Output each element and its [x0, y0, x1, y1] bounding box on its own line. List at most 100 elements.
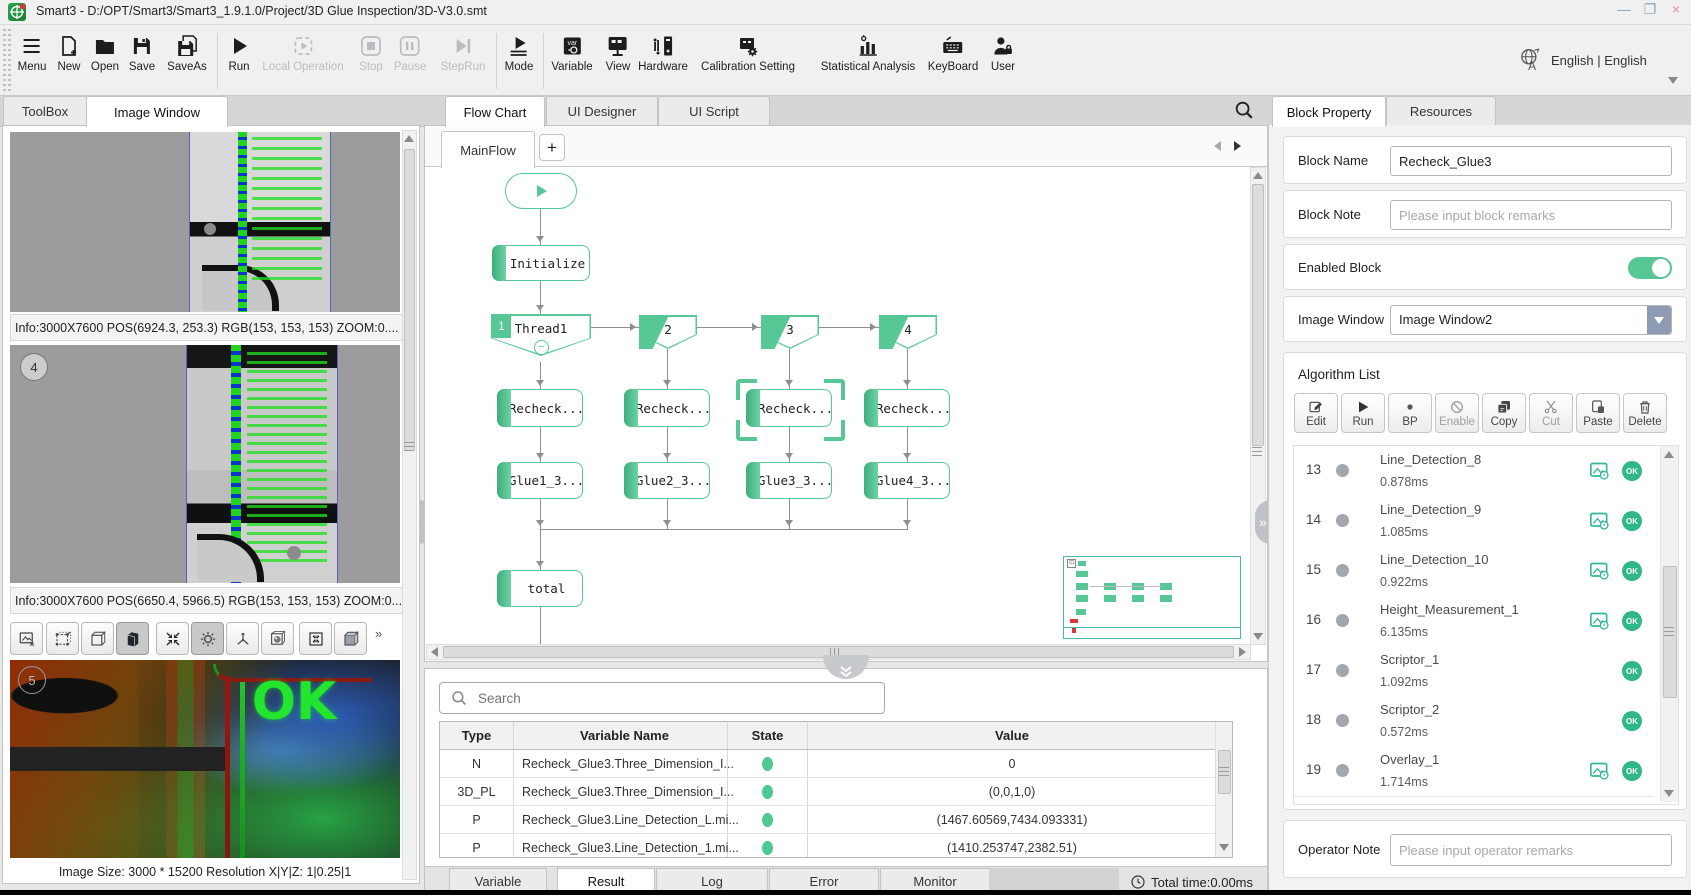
view-button[interactable]: View — [606, 34, 631, 73]
flow-node-glue1[interactable]: Glue1_3... — [497, 462, 583, 499]
col-header-state[interactable]: State — [728, 722, 808, 749]
table-row[interactable]: P Recheck_Glue3.Line_Detection_1.mi... (… — [440, 834, 1232, 858]
add-flow-tab-button[interactable]: + — [539, 134, 565, 161]
block-note-input[interactable] — [1390, 200, 1672, 230]
tool-point-cube-button[interactable] — [46, 622, 79, 655]
table-scrollbar[interactable] — [1215, 722, 1232, 857]
flow-node-glue4[interactable]: Glue4_3... — [864, 462, 950, 499]
tab-image-window[interactable]: Image Window — [86, 96, 228, 127]
image-preview-2[interactable]: 4 — [10, 345, 400, 583]
hardware-button[interactable]: Hardware — [638, 34, 688, 73]
block-name-input[interactable] — [1390, 146, 1672, 176]
algo-breakpoint-button[interactable]: BP — [1388, 393, 1432, 433]
breakpoint-dot[interactable] — [1336, 614, 1349, 627]
scrollbar-handle[interactable] — [1252, 184, 1264, 446]
scroll-up-icon[interactable] — [1253, 172, 1263, 179]
col-header-type[interactable]: Type — [440, 722, 514, 749]
result-image-icon[interactable] — [1590, 462, 1610, 480]
tab-ui-designer[interactable]: UI Designer — [546, 96, 658, 125]
close-button[interactable]: × — [1664, 1, 1688, 21]
calibration-setting-button[interactable]: Calibration Setting — [701, 34, 795, 73]
flow-node-glue2[interactable]: Glue2_3... — [624, 462, 710, 499]
menu-button[interactable]: Menu — [18, 34, 47, 73]
flow-node-thread3[interactable]: 3 — [761, 315, 819, 349]
flowchart-minimap[interactable]: ⊡ — [1063, 556, 1241, 639]
scroll-left-icon[interactable] — [431, 647, 438, 657]
save-button[interactable]: Save — [129, 34, 155, 73]
breakpoint-dot[interactable] — [1336, 664, 1349, 677]
algorithm-row[interactable]: 14 Line_Detection_91.085ms OK — [1294, 496, 1654, 547]
tool-solid-cube-button[interactable] — [116, 622, 149, 655]
tool-render-sphere-button[interactable] — [261, 622, 294, 655]
breakpoint-dot[interactable] — [1336, 464, 1349, 477]
algo-delete-button[interactable]: Delete — [1623, 393, 1667, 433]
breakpoint-dot[interactable] — [1336, 764, 1349, 777]
table-row[interactable]: N Recheck_Glue3.Three_Dimension_I... 0 — [440, 750, 1232, 778]
breakpoint-dot[interactable] — [1336, 514, 1349, 527]
maximize-button[interactable]: ❐ — [1638, 1, 1662, 21]
col-header-value[interactable]: Value — [808, 722, 1217, 749]
algorithm-row[interactable]: 13 Line_Detection_80.878ms OK — [1294, 446, 1654, 497]
statistical-analysis-button[interactable]: Statistical Analysis — [821, 34, 916, 73]
flow-node-recheck1[interactable]: Recheck... — [497, 389, 583, 427]
scroll-up-icon[interactable] — [404, 135, 414, 142]
pause-button[interactable]: Pause — [394, 34, 427, 73]
keyboard-button[interactable]: KeyBoard — [928, 34, 979, 73]
scrollbar-handle[interactable] — [404, 149, 415, 451]
pointcloud-preview[interactable]: OK 5 — [10, 660, 400, 858]
algo-paste-button[interactable]: Paste — [1576, 393, 1620, 433]
algorithm-row[interactable]: 17 Scriptor_11.092ms OK — [1294, 646, 1654, 697]
algo-cut-button[interactable]: Cut — [1529, 393, 1573, 433]
flow-node-thread1[interactable]: 1 Thread1 − — [491, 314, 591, 356]
tool-cube-view-button[interactable] — [334, 622, 367, 655]
algorithm-row[interactable]: 16 Height_Measurement_16.135ms OK — [1294, 596, 1654, 647]
scroll-down-icon[interactable] — [1219, 844, 1229, 851]
minimize-button[interactable]: — — [1612, 1, 1636, 21]
canvas-vscrollbar[interactable] — [1250, 167, 1266, 645]
flow-node-start[interactable] — [505, 173, 577, 209]
tab-ui-script[interactable]: UI Script — [658, 96, 770, 125]
left-panel-scrollbar[interactable] — [402, 130, 417, 880]
algo-run-button[interactable]: Run — [1341, 393, 1385, 433]
result-image-icon[interactable] — [1590, 612, 1610, 630]
scroll-up-icon[interactable] — [1664, 451, 1674, 458]
tool-wireframe-cube-button[interactable] — [81, 622, 114, 655]
algorithm-row[interactable]: 19 Overlay_11.714ms OK — [1294, 746, 1654, 797]
tab-block-property[interactable]: Block Property — [1272, 96, 1386, 127]
image-window-select[interactable]: Image Window2 — [1390, 305, 1672, 335]
tab-toolbox[interactable]: ToolBox — [3, 96, 87, 125]
dropdown-button[interactable] — [1647, 306, 1671, 334]
run-button[interactable]: Run — [227, 34, 251, 73]
algo-edit-button[interactable]: Edit — [1294, 393, 1338, 433]
variable-search-box[interactable] — [439, 682, 885, 714]
tool-shrink-fit-button[interactable] — [156, 622, 189, 655]
result-image-icon[interactable] — [1590, 512, 1610, 530]
user-button[interactable]: User — [991, 34, 1015, 73]
result-image-icon[interactable] — [1590, 562, 1610, 580]
algorithm-row[interactable]: 18 Scriptor_20.572ms OK — [1294, 696, 1654, 747]
algo-copy-button[interactable]: Copy — [1482, 393, 1526, 433]
flow-node-glue3[interactable]: Glue3_3... — [746, 462, 832, 499]
scroll-down-icon[interactable] — [1664, 790, 1674, 797]
flow-node-recheck4[interactable]: Recheck... — [864, 389, 950, 427]
tab-flow-chart[interactable]: Flow Chart — [445, 96, 545, 127]
flow-node-thread4[interactable]: 4 — [879, 315, 937, 349]
algorithm-row[interactable]: 15 Line_Detection_100.922ms OK — [1294, 546, 1654, 597]
search-input[interactable] — [476, 690, 860, 707]
mode-button[interactable]: Mode — [505, 34, 534, 73]
local-operation-button[interactable]: Local Operation — [262, 34, 343, 73]
operator-note-input[interactable] — [1390, 834, 1672, 866]
language-selector[interactable]: A English | English — [1518, 47, 1647, 73]
tool-expand-fit-button[interactable] — [299, 622, 332, 655]
algorithm-list-scrollbar[interactable] — [1660, 446, 1678, 802]
enabled-block-toggle[interactable] — [1628, 257, 1672, 279]
tools-more-button[interactable]: » — [375, 626, 382, 641]
thread-collapse-icon[interactable]: − — [534, 340, 549, 355]
flowchart-canvas[interactable]: Initialize 1 Thread1 − 2 3 4 — [426, 167, 1251, 645]
table-row[interactable]: P Recheck_Glue3.Line_Detection_L.mi... (… — [440, 806, 1232, 834]
stop-button[interactable]: Stop — [359, 34, 383, 73]
table-row[interactable]: 3D_PL Recheck_Glue3.Three_Dimension_I...… — [440, 778, 1232, 806]
tool-3d-axis-button[interactable] — [226, 622, 259, 655]
tool-select-image-button[interactable] — [10, 622, 43, 655]
scroll-right-icon[interactable] — [1239, 647, 1246, 657]
